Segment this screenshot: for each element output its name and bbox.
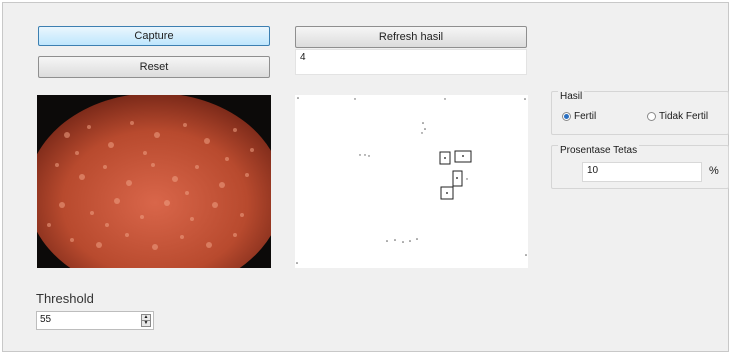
hasil-group-title: Hasil — [558, 91, 585, 102]
threshold-label: Threshold — [36, 291, 94, 306]
result-count-field[interactable]: 4 — [295, 49, 527, 75]
tidak-fertil-radio[interactable]: Tidak Fertil — [647, 111, 708, 122]
camera-preview — [37, 95, 271, 268]
threshold-stepper[interactable]: 55 ▲ ▼ — [36, 311, 154, 330]
prosentase-tetas-group: Prosentase Tetas 10 % — [551, 145, 729, 189]
result-count-value: 4 — [300, 52, 306, 63]
spin-down-arrow-icon[interactable]: ▼ — [142, 321, 150, 326]
reset-button[interactable]: Reset — [38, 56, 270, 78]
threshold-spin-buttons[interactable]: ▲ ▼ — [141, 314, 151, 327]
tidak-fertil-radio-label: Tidak Fertil — [659, 111, 709, 122]
radio-checked-icon — [562, 112, 571, 121]
fertil-radio[interactable]: Fertil — [562, 111, 596, 122]
capture-button[interactable]: Capture — [38, 26, 270, 46]
percent-unit-label: % — [709, 165, 719, 177]
prosentase-tetas-field[interactable]: 10 — [582, 162, 702, 182]
prosentase-tetas-title: Prosentase Tetas — [558, 145, 640, 156]
hasil-group: Hasil Fertil Tidak Fertil — [551, 91, 729, 135]
prosentase-tetas-value: 10 — [587, 165, 599, 176]
refresh-hasil-button[interactable]: Refresh hasil — [295, 26, 527, 48]
threshold-value: 55 — [40, 314, 52, 325]
fertil-radio-label: Fertil — [574, 111, 597, 122]
processed-image-panel — [295, 95, 528, 268]
radio-unchecked-icon — [647, 112, 656, 121]
egg-candling-image — [37, 95, 271, 268]
processed-detection-image — [295, 95, 528, 268]
